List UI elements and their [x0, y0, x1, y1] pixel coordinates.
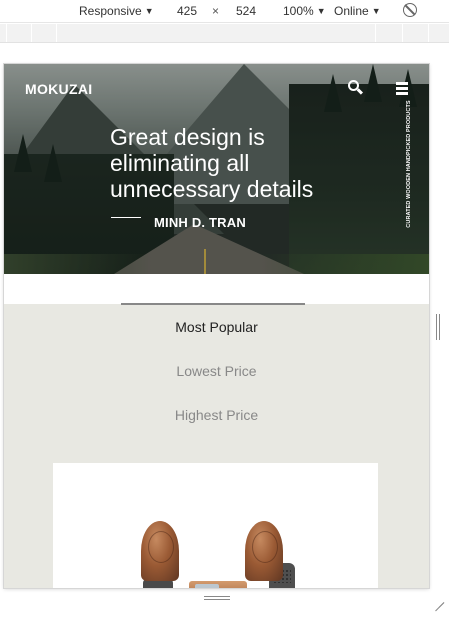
zoom-label: 100% — [283, 4, 314, 18]
hero-banner: MOKUZAI Great design is eliminating all … — [4, 64, 429, 274]
search-icon[interactable] — [348, 80, 364, 95]
product-card[interactable] — [53, 463, 378, 588]
ruler-segment[interactable] — [32, 24, 57, 42]
sort-lowest-price[interactable]: Lowest Price — [4, 363, 429, 379]
resize-handle-icon[interactable] — [432, 592, 445, 612]
section-spacer — [4, 274, 429, 304]
rotate-disabled-icon[interactable] — [403, 3, 417, 17]
speaker-base — [189, 581, 247, 588]
author-divider — [111, 217, 141, 218]
vertical-caption: CURATED WOODEN HANDPICKED PRODUCTS — [406, 100, 412, 228]
resize-handle-icon[interactable] — [204, 596, 230, 602]
active-sort-indicator — [121, 303, 305, 305]
caret-down-icon: ▼ — [316, 6, 326, 16]
wooden-speaker-pod — [245, 521, 283, 581]
quote-author: MINH D. TRAN — [154, 215, 246, 230]
brand-logo[interactable]: MOKUZAI — [25, 81, 92, 97]
sort-most-popular[interactable]: Most Popular — [4, 319, 429, 335]
ruler-segment[interactable] — [0, 24, 7, 42]
ruler-segment[interactable] — [429, 24, 449, 42]
hero-quote: Great design is eliminating all unnecess… — [110, 124, 314, 202]
media-query-ruler[interactable] — [0, 24, 449, 43]
height-input[interactable]: 524 — [226, 2, 266, 20]
ruler-segment[interactable] — [403, 24, 429, 42]
throttle-dropdown[interactable]: Online ▼ — [334, 4, 381, 18]
device-label: Responsive — [79, 4, 142, 18]
throttle-label: Online — [334, 4, 369, 18]
caret-down-icon: ▼ — [144, 6, 154, 16]
dimension-separator: × — [212, 4, 220, 18]
ruler-segment[interactable] — [57, 24, 376, 42]
zoom-dropdown[interactable]: 100% ▼ — [283, 4, 326, 18]
ruler-segment[interactable] — [7, 24, 32, 42]
resize-handle-icon[interactable] — [436, 314, 442, 340]
wooden-speaker-pod — [141, 521, 179, 581]
emulated-viewport: MOKUZAI Great design is eliminating all … — [4, 64, 429, 588]
ruler-segment[interactable] — [376, 24, 403, 42]
device-dropdown[interactable]: Responsive ▼ — [79, 4, 154, 18]
caret-down-icon: ▼ — [371, 6, 381, 16]
device-toolbar: Responsive ▼ 425 × 524 100% ▼ Online ▼ — [0, 0, 449, 23]
width-input[interactable]: 425 — [167, 2, 207, 20]
sort-highest-price[interactable]: Highest Price — [4, 407, 429, 423]
